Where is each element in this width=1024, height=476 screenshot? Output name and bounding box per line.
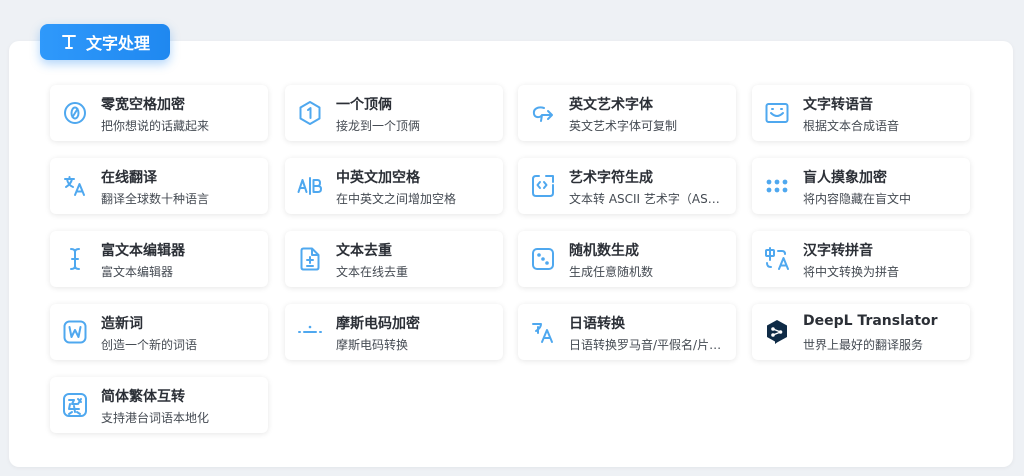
deepl-logo-icon [764, 319, 790, 345]
section-title: 文字处理 [85, 34, 150, 53]
tool-title: 文字转语音 [803, 97, 873, 113]
cursive-arrow-icon [530, 100, 556, 126]
zero-circle-icon [62, 100, 88, 126]
tool-desc: 根据文本合成语音 [803, 119, 900, 133]
tool-card-deepl[interactable]: DeepL Translator 世界上最好的翻译服务 [752, 304, 970, 360]
tool-card-yige-dingliang[interactable]: 一个顶俩 接龙到一个顶俩 [285, 85, 503, 141]
text-cursor-icon [62, 246, 88, 272]
tool-title: 简体繁体互转 [101, 389, 185, 405]
tool-desc: 世界上最好的翻译服务 [803, 338, 924, 352]
tool-title: DeepL Translator [803, 313, 938, 329]
tool-title: 造新词 [101, 316, 143, 332]
tool-desc: 创造一个新的词语 [101, 338, 198, 352]
tool-desc: 将中文转换为拼音 [803, 265, 900, 279]
tool-title: 在线翻译 [101, 170, 157, 186]
tool-desc: 接龙到一个顶俩 [336, 119, 421, 133]
tool-card-simp-trad[interactable]: 简体繁体互转 支持港台词语本地化 [50, 377, 268, 433]
dice-icon [530, 246, 556, 272]
tool-title: 艺术字符生成 [569, 170, 653, 186]
code-frame-icon [530, 173, 556, 199]
tool-card-add-space[interactable]: 中英文加空格 在中英文之间增加空格 [285, 158, 503, 214]
tool-desc: 富文本编辑器 [101, 265, 174, 279]
tool-card-new-word[interactable]: 造新词 创造一个新的词语 [50, 304, 268, 360]
w-box-icon [62, 319, 88, 345]
tool-title: 一个顶俩 [336, 97, 392, 113]
tool-card-art-font[interactable]: 英文艺术字体 英文艺术字体可复制 [518, 85, 736, 141]
tool-title: 文本去重 [336, 243, 392, 259]
tool-card-rich-text[interactable]: 富文本编辑器 富文本编辑器 [50, 231, 268, 287]
voice-box-icon [764, 100, 790, 126]
tool-desc: 日语转换罗马音/平假名/片假名 [569, 338, 724, 352]
japanese-a-icon [530, 319, 556, 345]
tool-desc: 生成任意随机数 [569, 265, 654, 279]
tool-card-random[interactable]: 随机数生成 生成任意随机数 [518, 231, 736, 287]
tool-desc: 文本在线去重 [336, 265, 409, 279]
braille-dots-icon [764, 173, 790, 199]
tool-card-pinyin[interactable]: 汉字转拼音 将中文转换为拼音 [752, 231, 970, 287]
tool-desc: 摩斯电码转换 [336, 338, 409, 352]
chinese-to-a-icon [764, 246, 790, 272]
ab-divider-icon [297, 173, 323, 199]
tool-desc: 文本转 ASCII 艺术字（ASCII Art） [569, 192, 724, 206]
tool-card-tts[interactable]: 文字转语音 根据文本合成语音 [752, 85, 970, 141]
tool-title: 日语转换 [569, 316, 625, 332]
tool-card-translate[interactable]: 在线翻译 翻译全球数十种语言 [50, 158, 268, 214]
morse-code-icon [297, 319, 323, 345]
tool-desc: 英文艺术字体可复制 [569, 119, 678, 133]
traditional-char-icon [62, 392, 88, 418]
tool-card-morse[interactable]: 摩斯电码加密 摩斯电码转换 [285, 304, 503, 360]
tool-desc: 把你想说的话藏起来 [101, 119, 210, 133]
text-type-icon [61, 35, 76, 49]
section-badge: 文字处理 [40, 24, 170, 60]
translate-icon [62, 173, 88, 199]
file-diff-icon [297, 246, 323, 272]
tool-card-ascii-art[interactable]: 艺术字符生成 文本转 ASCII 艺术字（ASCII Art） [518, 158, 736, 214]
tool-title: 摩斯电码加密 [336, 316, 420, 332]
tool-desc: 将内容隐藏在盲文中 [803, 192, 912, 206]
tool-title: 富文本编辑器 [101, 243, 185, 259]
tool-title: 随机数生成 [569, 243, 639, 259]
tool-desc: 在中英文之间增加空格 [336, 192, 457, 206]
tool-desc: 翻译全球数十种语言 [101, 192, 210, 206]
hexagon-one-icon [297, 100, 323, 126]
tool-card-zero-width[interactable]: 零宽空格加密 把你想说的话藏起来 [50, 85, 268, 141]
tool-title: 英文艺术字体 [569, 97, 653, 113]
tool-title: 零宽空格加密 [101, 97, 185, 113]
tool-title: 中英文加空格 [336, 170, 420, 186]
tool-title: 汉字转拼音 [803, 243, 873, 259]
tool-card-braille[interactable]: 盲人摸象加密 将内容隐藏在盲文中 [752, 158, 970, 214]
tool-title: 盲人摸象加密 [803, 170, 887, 186]
tool-card-dedupe[interactable]: 文本去重 文本在线去重 [285, 231, 503, 287]
tool-desc: 支持港台词语本地化 [101, 411, 210, 425]
tool-card-japanese[interactable]: 日语转换 日语转换罗马音/平假名/片假名 [518, 304, 736, 360]
